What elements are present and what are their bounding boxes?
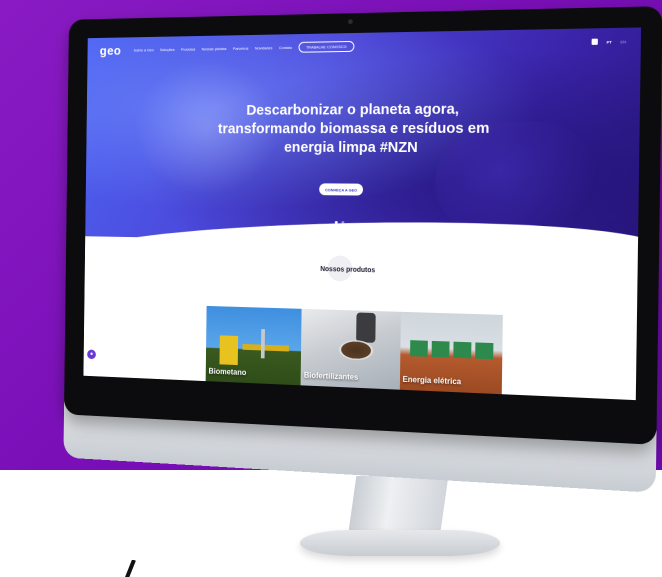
generator-graphic [474,342,494,360]
language-pt[interactable]: PT [606,39,611,44]
hero-headline-line-3: energia limpa #NZN [283,138,418,157]
nav-item-produtos[interactable]: Produtos [181,46,195,51]
monitor-screen: geo Sobre a Geo Soluções Produtos Nossas… [63,6,662,493]
nav-item-contato[interactable]: Contato [279,45,292,50]
language-en[interactable]: EN [620,39,626,44]
linkedin-icon[interactable] [591,38,599,45]
nav-item-novidades[interactable]: Novidades [255,45,273,50]
hero-headline-line-1: Descarbonizar o planeta agora, [246,100,460,119]
site-logo[interactable]: geo [100,43,122,58]
accessibility-icon[interactable]: ● [87,349,96,360]
monitor-mockup: geo Sobre a Geo Soluções Produtos Nossas… [0,0,662,577]
pipe-graphic [242,343,289,352]
nav-item-sobre[interactable]: Sobre a Geo [134,47,154,52]
work-with-us-button[interactable]: TRABALHE CONOSCO [298,40,355,53]
generator-graphic [452,341,472,359]
product-card-energia[interactable]: Energia elétrica [399,311,503,395]
product-card-biometano[interactable]: Biometano [205,305,302,386]
website-display: geo Sobre a Geo Soluções Produtos Nossas… [83,27,642,401]
nav-item-parceiros[interactable]: Parceiros [233,45,249,50]
hero-headline-line-2: transformando biomassa e resíduos em [217,119,490,138]
hero-banner: geo Sobre a Geo Soluções Produtos Nossas… [85,27,642,247]
generator-graphic [431,340,450,358]
monitor-stand-neck [347,476,449,538]
microscope-graphic [356,312,377,343]
product-label: Biometano [208,366,247,378]
generator-graphic [409,340,428,357]
discover-geo-button[interactable]: CONHEÇA A GEO [319,183,364,196]
hero-headline: Descarbonizar o planeta agora, transform… [183,99,528,157]
nav-right-group: PT EN [591,38,626,45]
nav-item-solucoes[interactable]: Soluções [160,47,175,52]
gas-tank-graphic [219,335,239,366]
nav-item-plantas[interactable]: Nossas plantas [202,46,227,51]
product-label: Energia elétrica [402,374,462,387]
monitor-stand-base [300,530,500,556]
pipe-vertical-graphic [260,329,265,359]
product-card-biofertilizantes[interactable]: Biofertilizantes [300,308,401,390]
products-row: Biometano Biofertilizantes Energia elétr… [205,305,503,395]
product-label: Biofertilizantes [303,370,359,382]
petri-dish-graphic [339,339,374,361]
